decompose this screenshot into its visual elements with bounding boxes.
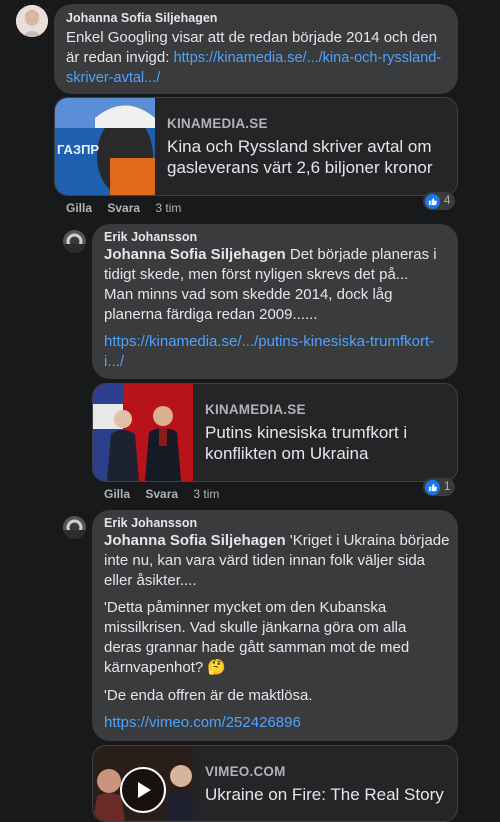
link-preview-card[interactable]: VIMEO.COM Ukraine on Fire: The Real Stor… — [92, 745, 458, 822]
comment-link[interactable]: https://kinamedia.se/.../putins-kinesisk… — [104, 332, 444, 372]
card-title: Putins kinesiska trumfkort i konflikten … — [205, 423, 408, 463]
mention[interactable]: Johanna Sofia Siljehagen — [104, 246, 286, 263]
svg-text:ГАЗПР: ГАЗПР — [57, 142, 99, 157]
card-domain: KINAMEDIA.SE — [167, 116, 268, 131]
reaction-count: 1 — [444, 481, 451, 493]
reply-action[interactable]: Svara — [145, 487, 178, 501]
reaction-summary[interactable]: 1 — [423, 478, 456, 496]
avatar[interactable] — [63, 230, 86, 253]
avatar-photo — [63, 230, 86, 253]
timestamp[interactable]: 3 tim — [193, 487, 219, 501]
card-domain: VIMEO.COM — [205, 764, 286, 779]
mention[interactable]: Johanna Sofia Siljehagen — [104, 532, 286, 549]
thumbs-up-icon — [425, 193, 440, 209]
comment-bubble: Erik Johansson Johanna Sofia Siljehagen … — [92, 224, 458, 379]
avatar-photo — [16, 5, 48, 37]
comment-author[interactable]: Erik Johansson — [104, 516, 197, 530]
comment-author[interactable]: Johanna Sofia Siljehagen — [66, 11, 217, 25]
card-title: Ukraine on Fire: The Real Story — [205, 785, 444, 804]
avatar-photo — [63, 516, 86, 539]
comment-text: Johanna Sofia Siljehagen Det började pla… — [104, 245, 452, 325]
thinking-face-emoji: 🤔 — [207, 659, 227, 676]
reaction-count: 4 — [444, 195, 451, 207]
link-preview-card[interactable]: KINAMEDIA.SE Putins kinesiska trumfkort … — [92, 383, 458, 482]
avatar[interactable] — [16, 5, 48, 37]
thumbs-up-icon — [425, 479, 440, 495]
comment-bubble: Johanna Sofia Siljehagen Enkel Googling … — [54, 4, 458, 94]
reaction-summary[interactable]: 4 — [423, 192, 456, 210]
like-action[interactable]: Gilla — [66, 201, 92, 215]
comment-link[interactable]: https://vimeo.com/252426896 — [104, 713, 301, 733]
comment-bubble: Erik Johansson Johanna Sofia Siljehagen … — [92, 510, 458, 741]
comment-actions: Gilla Svara 3 tim — [104, 487, 219, 501]
card-title: Kina och Ryssland skriver avtal om gasle… — [167, 137, 433, 177]
reply-action[interactable]: Svara — [107, 201, 140, 215]
card-domain: KINAMEDIA.SE — [205, 402, 306, 417]
comment-paragraph: 'De enda offren är de maktlösa. — [104, 687, 313, 704]
card-thumbnail: ГАЗПР — [55, 98, 155, 195]
play-icon[interactable] — [132, 779, 154, 801]
avatar[interactable] — [63, 516, 86, 539]
timestamp[interactable]: 3 tim — [155, 201, 181, 215]
comment-text: Johanna Sofia Siljehagen 'Kriget i Ukrai… — [104, 531, 452, 591]
comment-actions: Gilla Svara 3 tim — [66, 201, 181, 215]
comment-text: Enkel Googling visar att de redan börjad… — [66, 28, 452, 88]
like-action[interactable]: Gilla — [104, 487, 130, 501]
comment-paragraph: 'Detta påminner mycket om den Kubanska m… — [104, 598, 424, 678]
link-preview-card[interactable]: ГАЗПР KINAMEDIA.SE Kina och Ryssland skr… — [54, 97, 458, 196]
comment-paragraph-text: 'Detta påminner mycket om den Kubanska m… — [104, 599, 410, 676]
comment-author[interactable]: Erik Johansson — [104, 230, 197, 244]
card-thumbnail — [93, 384, 193, 481]
